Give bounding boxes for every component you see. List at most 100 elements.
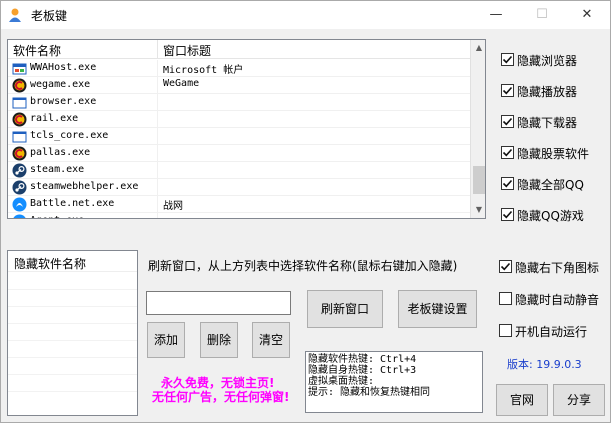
delete-button-label: 删除 — [206, 333, 231, 347]
checkmark-icon — [502, 55, 513, 64]
process-row[interactable]: WWAHost.exe Microsoft 帐户 — [8, 60, 470, 77]
window-icon — [12, 97, 27, 109]
battlenet-icon — [13, 214, 26, 218]
hidden-list-gridline — [8, 323, 137, 324]
checkmark-icon — [502, 179, 513, 188]
add-button[interactable]: 添加 — [147, 322, 185, 358]
checkbox-box[interactable] — [499, 260, 512, 273]
checkbox-label: 隐藏下载器 — [517, 116, 578, 130]
window-icon — [12, 131, 27, 143]
website-button-label: 官网 — [509, 393, 534, 407]
cell-divider — [157, 94, 158, 111]
column-divider[interactable] — [157, 40, 158, 59]
checkbox-label: 隐藏股票软件 — [517, 147, 590, 161]
title-bar: 老板键 — ☐ ✕ — [1, 1, 610, 29]
scroll-down-arrow-icon[interactable]: ▼ — [471, 202, 485, 218]
checkbox-label: 开机自动运行 — [515, 325, 588, 339]
process-name: WWAHost.exe — [30, 62, 97, 73]
minimize-button[interactable]: — — [473, 1, 519, 29]
cell-divider — [157, 162, 158, 179]
main-window: 老板键 — ☐ ✕ 软件名称 窗口标题 WWAHost.exe Microsoft… — [0, 0, 611, 423]
hidden-list-header: 隐藏软件名称 — [8, 251, 137, 272]
hidden-list-gridline — [8, 357, 137, 358]
process-window-title: 战网 — [163, 201, 183, 212]
official-website-button[interactable]: 官网 — [496, 384, 548, 416]
checkbox-label: 隐藏全部QQ — [517, 178, 584, 192]
hidden-list-header-label: 隐藏软件名称 — [14, 257, 87, 271]
process-name: pallas.exe — [30, 147, 91, 158]
windows-app-icon — [12, 63, 27, 75]
checkbox-label: 隐藏QQ游戏 — [517, 209, 584, 223]
app-person-icon — [9, 8, 21, 22]
process-list[interactable]: 软件名称 窗口标题 WWAHost.exe Microsoft 帐户 wegame.… — [7, 39, 486, 219]
process-row[interactable]: steam.exe — [8, 162, 470, 179]
hotkey-line: 虚拟桌面热键: — [308, 376, 375, 387]
maximize-button[interactable]: ☐ — [519, 1, 565, 29]
scroll-up-arrow-icon[interactable]: ▲ — [471, 40, 485, 56]
scrollbar-thumb[interactable] — [473, 166, 485, 194]
process-row[interactable]: tcls_core.exe — [8, 128, 470, 145]
process-name: wegame.exe — [30, 79, 91, 90]
software-name-input[interactable] — [146, 291, 291, 315]
hidden-software-list[interactable]: 隐藏软件名称 — [7, 250, 138, 416]
checkbox-box[interactable] — [501, 208, 514, 221]
cell-divider — [157, 196, 158, 213]
cell-divider — [157, 145, 158, 162]
checkmark-icon — [502, 148, 513, 157]
hidden-list-gridline — [8, 374, 137, 375]
refresh-window-button[interactable]: 刷新窗口 — [307, 290, 383, 328]
list-vertical-scrollbar[interactable]: ▲ ▼ — [470, 40, 485, 218]
hotkey-line: 提示: 隐藏和恢复热键相同 — [308, 387, 431, 398]
checkmark-icon — [500, 262, 511, 271]
process-name: steamwebhelper.exe — [30, 181, 139, 192]
process-row[interactable]: browser.exe — [8, 94, 470, 111]
hidden-list-gridline — [8, 306, 137, 307]
instruction-text: 刷新窗口，从上方列表中选择软件名称(鼠标右键加入隐藏) — [148, 259, 458, 273]
checkbox-box[interactable] — [499, 324, 512, 337]
process-name: browser.exe — [30, 96, 97, 107]
clear-button-label: 清空 — [258, 333, 283, 347]
version-label: 版本: 19.9.0.3 — [507, 358, 582, 371]
process-row[interactable]: rail.exe — [8, 111, 470, 128]
cell-divider — [157, 213, 158, 218]
checkbox-box[interactable] — [501, 115, 514, 128]
promo-line-2: 无任何广告，无任何弹窗! — [152, 390, 290, 404]
cell-divider — [157, 128, 158, 145]
checkbox-box[interactable] — [501, 146, 514, 159]
boss-key-settings-button[interactable]: 老板键设置 — [398, 290, 477, 328]
process-row[interactable]: pallas.exe — [8, 145, 470, 162]
column-header-window-title[interactable]: 窗口标题 — [163, 42, 211, 59]
refresh-button-label: 刷新窗口 — [320, 302, 369, 316]
process-row[interactable]: Agent.exe — [8, 213, 470, 218]
hotkey-line: 隐藏自身热键: Ctrl+3 — [308, 365, 417, 376]
checkbox-label: 隐藏播放器 — [517, 85, 578, 99]
hidden-list-gridline — [8, 340, 137, 341]
process-window-title: Microsoft 帐户 — [163, 65, 244, 76]
checkmark-icon — [502, 86, 513, 95]
list-header: 软件名称 窗口标题 — [8, 40, 470, 59]
settings-button-label: 老板键设置 — [407, 302, 468, 316]
delete-button[interactable]: 删除 — [200, 322, 238, 358]
clear-button[interactable]: 清空 — [252, 322, 290, 358]
wegame-icon — [12, 112, 27, 127]
process-name: Agent.exe — [30, 215, 84, 218]
process-row[interactable]: steamwebhelper.exe — [8, 179, 470, 196]
checkmark-icon — [502, 117, 513, 126]
checkbox-label: 隐藏时自动静音 — [515, 293, 600, 307]
cell-divider — [157, 111, 158, 128]
process-row[interactable]: wegame.exe WeGame — [8, 77, 470, 94]
checkbox-box[interactable] — [501, 177, 514, 190]
column-header-software-name[interactable]: 软件名称 — [13, 42, 61, 59]
process-window-title: WeGame — [163, 78, 200, 89]
process-name: steam.exe — [30, 164, 85, 175]
checkbox-box[interactable] — [501, 53, 514, 66]
hotkey-info-box: 隐藏软件热键: Ctrl+4 隐藏自身热键: Ctrl+3 虚拟桌面热键: 提示… — [305, 351, 483, 413]
hidden-list-gridline — [8, 289, 137, 290]
share-button[interactable]: 分享 — [553, 384, 605, 416]
checkbox-box[interactable] — [501, 84, 514, 97]
close-button[interactable]: ✕ — [564, 1, 610, 29]
checkbox-box[interactable] — [499, 292, 512, 305]
share-button-label: 分享 — [566, 393, 591, 407]
process-name: Battle.net.exe — [30, 198, 115, 209]
process-row[interactable]: Battle.net.exe 战网 — [8, 196, 470, 213]
